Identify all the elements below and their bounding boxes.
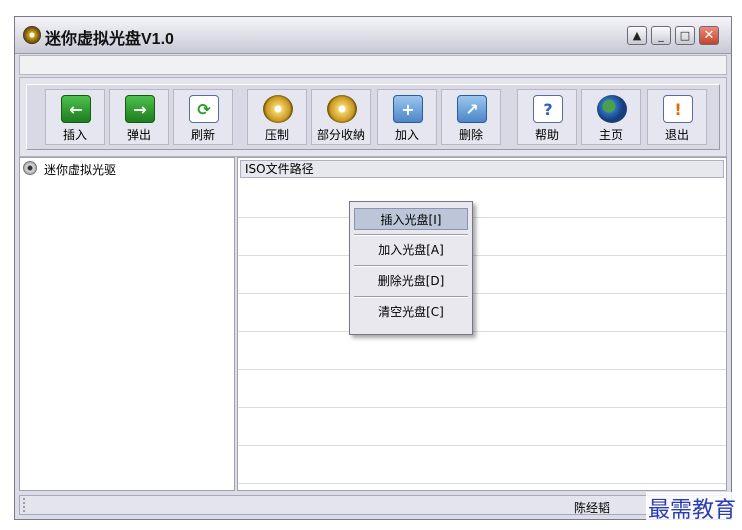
- eject-button[interactable]: → 弹出: [109, 89, 169, 145]
- iso-list[interactable]: ISO文件路径: [237, 157, 727, 491]
- tree-root-label[interactable]: 迷你虚拟光驱: [44, 161, 116, 178]
- menu-bar: [19, 55, 727, 75]
- partial-collect-icon: [327, 95, 357, 123]
- delete-folder-icon: ↗: [457, 95, 487, 123]
- close-button[interactable]: ✕: [699, 26, 719, 45]
- status-bar: 陈经韬: [19, 495, 727, 515]
- refresh-button[interactable]: ⟳ 刷新: [173, 89, 233, 145]
- menu-separator: [354, 234, 468, 236]
- add-folder-icon: +: [393, 95, 423, 123]
- insert-button[interactable]: ← 插入: [45, 89, 105, 145]
- menu-item-add-disc[interactable]: 加入光盘[A]: [354, 239, 468, 261]
- menu-separator: [354, 296, 468, 298]
- status-author-text: 陈经韬: [573, 501, 610, 515]
- watermark-text: 最需教育: [645, 492, 738, 524]
- home-button[interactable]: 主页: [581, 89, 641, 145]
- add-label: 加入: [394, 128, 419, 142]
- partial-collect-button[interactable]: 部分收納: [311, 89, 371, 145]
- window-title: 迷你虚拟光盘V1.0: [45, 31, 174, 48]
- help-icon: ?: [533, 95, 563, 123]
- menu-item-clear-disc[interactable]: 清空光盘[C]: [354, 301, 468, 323]
- toolbar-panel: ← 插入 → 弹出 ⟳ 刷新 压制 部分收納 + 加入 ↗ 删除 ? 帮助 主页…: [26, 84, 720, 150]
- exit-button[interactable]: ! 退出: [647, 89, 707, 145]
- minimize-button[interactable]: _: [651, 26, 671, 45]
- exit-icon: !: [663, 95, 693, 123]
- toolbar: ← 插入 → 弹出 ⟳ 刷新 压制 部分收納 + 加入 ↗ 删除 ? 帮助 主页…: [19, 77, 727, 157]
- insert-icon: ←: [61, 95, 91, 123]
- menu-separator: [354, 265, 468, 267]
- title-bar[interactable]: 迷你虚拟光盘V1.0 ▲ _ □ ✕: [15, 17, 731, 54]
- compress-label: 压制: [264, 128, 289, 142]
- compress-icon: [263, 95, 293, 123]
- refresh-label: 刷新: [190, 128, 215, 142]
- home-label: 主页: [598, 128, 623, 142]
- eject-label: 弹出: [126, 128, 151, 142]
- rollup-button[interactable]: ▲: [627, 26, 647, 45]
- help-label: 帮助: [534, 128, 559, 142]
- add-button[interactable]: + 加入: [377, 89, 437, 145]
- maximize-button[interactable]: □: [675, 26, 695, 45]
- eject-icon: →: [125, 95, 155, 123]
- main-window: 迷你虚拟光盘V1.0 ▲ _ □ ✕ ← 插入 → 弹出 ⟳ 刷新 压制 部分收…: [14, 16, 732, 520]
- partial-collect-label: 部分收納: [316, 128, 365, 142]
- virtual-drive-icon: [23, 161, 37, 175]
- delete-label: 删除: [458, 128, 483, 142]
- home-globe-icon: [597, 95, 627, 123]
- column-header-iso-path[interactable]: ISO文件路径: [240, 160, 724, 178]
- drive-tree[interactable]: 迷你虚拟光驱: [19, 157, 235, 491]
- disc-app-icon: [23, 26, 41, 44]
- delete-button[interactable]: ↗ 删除: [441, 89, 501, 145]
- insert-label: 插入: [62, 128, 87, 142]
- exit-label: 退出: [664, 128, 689, 142]
- status-grip: [23, 498, 27, 512]
- compress-button[interactable]: 压制: [247, 89, 307, 145]
- context-menu: 插入光盘[I] 加入光盘[A] 删除光盘[D] 清空光盘[C]: [349, 201, 473, 335]
- help-button[interactable]: ? 帮助: [517, 89, 577, 145]
- refresh-icon: ⟳: [189, 95, 219, 123]
- menu-item-delete-disc[interactable]: 删除光盘[D]: [354, 270, 468, 292]
- menu-item-insert-disc[interactable]: 插入光盘[I]: [354, 208, 468, 230]
